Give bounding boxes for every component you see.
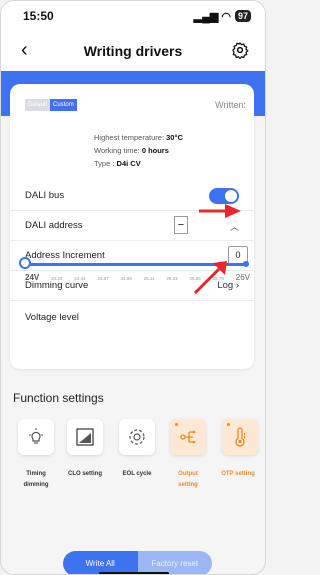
battery-icon: 97 <box>234 10 251 22</box>
clo-setting-label: CLO setting <box>55 469 115 480</box>
indicator-dot <box>175 423 178 426</box>
driver-card: Default Custom Written: Highest temperat… <box>10 84 254 369</box>
output-setting-button[interactable] <box>170 419 206 455</box>
voltage-label: Voltage level <box>25 312 79 323</box>
bulb-icon <box>29 428 43 444</box>
label-line: OTP setting <box>221 471 255 477</box>
nav-bar: ‹ Writing drivers <box>1 31 265 71</box>
status-bar: 15:50 ▂▄▆ ◠ 97 <box>1 1 265 31</box>
dali-bus-label: DALI bus <box>25 190 65 201</box>
voltage-tick: 24.44 <box>74 276 86 281</box>
eol-cycle-button[interactable] <box>119 419 155 455</box>
label-line: dimming <box>23 482 49 488</box>
function-settings-title: Function settings <box>13 391 104 405</box>
thermometer-icon <box>235 427 246 447</box>
tab-custom[interactable]: Custom <box>50 99 77 111</box>
type-label: Type : <box>94 159 115 168</box>
address-increment-label: Address Increment <box>25 250 105 261</box>
clo-setting-button[interactable] <box>67 419 103 455</box>
otp-setting-label: OTP setting <box>208 469 265 480</box>
cycle-icon <box>129 429 145 445</box>
chevron-up-icon[interactable]: ︿ <box>230 220 239 233</box>
tab-default[interactable]: Default <box>25 99 51 111</box>
mode-toggle[interactable]: Default Custom <box>25 99 77 111</box>
output-icon <box>180 430 196 444</box>
gear-icon[interactable] <box>231 41 249 59</box>
voltage-tick: 26V <box>235 273 250 282</box>
dali-address-label: DALI address <box>25 220 83 231</box>
voltage-slider-handle[interactable] <box>19 257 31 269</box>
voltage-tick: 25.33 <box>166 276 178 281</box>
back-icon[interactable]: ‹ <box>21 39 28 62</box>
indicator-dot <box>227 423 230 426</box>
voltage-tick: 24.22 <box>51 276 63 281</box>
voltage-tick: 25.11 <box>143 276 155 281</box>
otp-setting-button[interactable] <box>222 419 258 455</box>
type-value: D4i CV <box>116 159 141 168</box>
voltage-tick: 24.89 <box>120 276 132 281</box>
status-time: 15:50 <box>23 9 54 23</box>
signal-wifi-icon: ▂▄▆ ◠ <box>193 10 231 23</box>
app-screen: 15:50 ▂▄▆ ◠ 97 ‹ Writing drivers Default… <box>0 0 266 575</box>
address-minus-button[interactable]: − <box>174 216 188 234</box>
divider <box>10 300 254 301</box>
label-line: setting <box>178 482 198 488</box>
highest-temp-label: Highest temperature: <box>94 133 165 142</box>
label-line: CLO setting <box>68 471 102 477</box>
driver-info: Highest temperature: 30°C Working time: … <box>94 131 183 170</box>
voltage-label-row: Voltage level <box>10 303 254 332</box>
voltage-tick: 24V <box>25 273 40 282</box>
page-title: Writing drivers <box>83 43 183 59</box>
annotation-arrow-right-icon <box>199 204 241 218</box>
working-time-value: 0 hours <box>141 146 169 155</box>
annotation-arrow-up-icon <box>193 261 227 295</box>
written-label: Written: <box>215 100 246 110</box>
highest-temp-value: 30°C <box>166 133 183 142</box>
working-time-label: Working time: <box>94 146 140 155</box>
voltage-slider-end <box>243 261 249 267</box>
chart-icon <box>76 428 94 446</box>
timing-dimming-button[interactable] <box>18 419 54 455</box>
voltage-tick: 24.67 <box>97 276 109 281</box>
